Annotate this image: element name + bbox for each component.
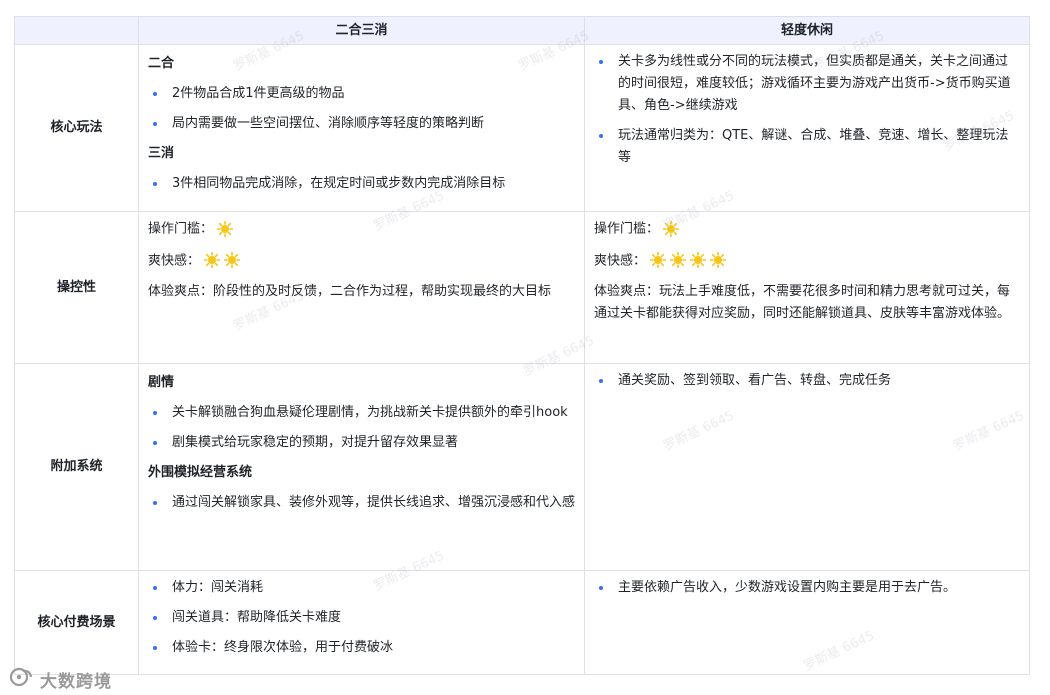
sun-icon bbox=[670, 252, 687, 268]
list-item: 2件物品合成1件更高级的物品 bbox=[148, 83, 575, 105]
threshold-label: 操作门槛： bbox=[148, 221, 214, 237]
list-item: 局内需要做一些空间摆位、消除顺序等轻度的策略判断 bbox=[148, 113, 575, 135]
section-heading: 二合 bbox=[148, 56, 175, 71]
list-item: 关卡解锁融合狗血悬疑伦理剧情，为挑战新关卡提供额外的牵引hook bbox=[148, 402, 575, 424]
cell-core-merge: 二合 2件物品合成1件更高级的物品 局内需要做一些空间摆位、消除顺序等轻度的策略… bbox=[138, 44, 585, 212]
rating-stars bbox=[204, 250, 244, 272]
header-row: 二合三消 轻度休闲 bbox=[14, 16, 1030, 45]
bullet-list: 3件相同物品完成消除，在规定时间或步数内完成消除目标 bbox=[148, 173, 575, 195]
section-heading: 三消 bbox=[148, 146, 175, 161]
bullet-list: 关卡多为线性或分不同的玩法模式，但实质都是通关，关卡之间通过的时间很短，难度较低… bbox=[594, 51, 1020, 169]
bullet-list: 体力：闯关消耗 闯关道具：帮助降低关卡难度 体验卡：终身限次体验，用于付费破冰 bbox=[148, 577, 575, 659]
list-item: 体验卡：终身限次体验，用于付费破冰 bbox=[148, 637, 575, 659]
row-label-core: 核心玩法 bbox=[14, 44, 139, 212]
header-cell-casual: 轻度休闲 bbox=[584, 16, 1030, 45]
cell-pay-merge: 体力：闯关消耗 闯关道具：帮助降低关卡难度 体验卡：终身限次体验，用于付费破冰 bbox=[138, 570, 585, 675]
cell-extra-casual: 通关奖励、签到领取、看广告、转盘、完成任务 bbox=[584, 363, 1030, 571]
threshold-line: 操作门槛： bbox=[594, 218, 1020, 241]
sun-icon bbox=[204, 252, 221, 268]
cell-pay-casual: 主要依赖广告收入，少数游戏设置内购主要是用于去广告。 bbox=[584, 570, 1030, 675]
list-item: 关卡多为线性或分不同的玩法模式，但实质都是通关，关卡之间通过的时间很短，难度较低… bbox=[594, 51, 1020, 117]
header-cell-merge: 二合三消 bbox=[138, 16, 585, 45]
section-heading: 剧情 bbox=[148, 375, 175, 390]
row-label-control: 操控性 bbox=[14, 211, 139, 364]
row-label-extra: 附加系统 bbox=[14, 363, 139, 571]
list-item: 玩法通常归类为：QTE、解谜、合成、堆叠、竞速、增长、整理玩法等 bbox=[594, 125, 1020, 169]
sun-icon bbox=[224, 252, 241, 268]
section-heading: 外围模拟经营系统 bbox=[148, 465, 253, 480]
cell-core-casual: 关卡多为线性或分不同的玩法模式，但实质都是通关，关卡之间通过的时间很短，难度较低… bbox=[584, 44, 1030, 212]
sun-icon bbox=[690, 252, 707, 268]
header-cell-empty bbox=[14, 16, 139, 45]
list-item: 主要依赖广告收入，少数游戏设置内购主要是用于去广告。 bbox=[594, 577, 1020, 599]
list-item: 通关奖励、签到领取、看广告、转盘、完成任务 bbox=[594, 370, 1020, 392]
threshold-label: 操作门槛： bbox=[594, 221, 660, 237]
bullet-list: 通关奖励、签到领取、看广告、转盘、完成任务 bbox=[594, 370, 1020, 392]
sun-icon bbox=[217, 220, 234, 237]
sun-icon bbox=[650, 252, 667, 268]
cell-control-casual: 操作门槛： 爽快感： 体验爽点：玩法上手难度低，不需要花很多时间和精力思考就可过… bbox=[584, 211, 1030, 364]
rating-stars bbox=[663, 218, 683, 240]
cell-control-merge: 操作门槛： 爽快感： 体验爽点：阶段性的及时反馈，二合作为过程，帮助实现最终的大… bbox=[138, 211, 585, 364]
list-item: 3件相同物品完成消除，在规定时间或步数内完成消除目标 bbox=[148, 173, 575, 195]
cell-extra-merge: 剧情 关卡解锁融合狗血悬疑伦理剧情，为挑战新关卡提供额外的牵引hook 剧集模式… bbox=[138, 363, 585, 571]
sun-icon bbox=[710, 252, 727, 268]
bullet-list: 关卡解锁融合狗血悬疑伦理剧情，为挑战新关卡提供额外的牵引hook 剧集模式给玩家… bbox=[148, 402, 575, 454]
list-item: 通过闯关解锁家具、装修外观等，提供长线追求、增强沉浸感和代入感 bbox=[148, 492, 575, 514]
document: 二合三消 轻度休闲 核心玩法 二合 2件物品合成1件更高级的物品 局内需要做一些… bbox=[0, 0, 1050, 695]
bullet-list: 主要依赖广告收入，少数游戏设置内购主要是用于去广告。 bbox=[594, 577, 1020, 599]
logo-text: 大数跨境 bbox=[40, 672, 112, 692]
brand-logo: 大数跨境 bbox=[8, 666, 112, 693]
table-row-core: 核心玩法 二合 2件物品合成1件更高级的物品 局内需要做一些空间摆位、消除顺序等… bbox=[14, 44, 1030, 212]
logo-icon bbox=[8, 666, 40, 693]
fun-line: 爽快感： bbox=[148, 250, 575, 273]
fun-line: 爽快感： bbox=[594, 250, 1020, 273]
experience-text: 体验爽点：阶段性的及时反馈，二合作为过程，帮助实现最终的大目标 bbox=[148, 284, 552, 299]
fun-label: 爽快感： bbox=[594, 253, 647, 268]
bullet-list: 通过闯关解锁家具、装修外观等，提供长线追求、增强沉浸感和代入感 bbox=[148, 492, 575, 514]
comparison-table: 二合三消 轻度休闲 核心玩法 二合 2件物品合成1件更高级的物品 局内需要做一些… bbox=[14, 16, 1030, 675]
bullet-list: 2件物品合成1件更高级的物品 局内需要做一些空间摆位、消除顺序等轻度的策略判断 bbox=[148, 83, 575, 135]
sun-icon bbox=[663, 220, 680, 237]
list-item: 体力：闯关消耗 bbox=[148, 577, 575, 599]
rating-stars bbox=[217, 218, 237, 240]
fun-label: 爽快感： bbox=[148, 253, 201, 268]
row-label-pay: 核心付费场景 bbox=[14, 570, 139, 675]
table-row-control: 操控性 操作门槛： 爽快感： 体验爽点：阶段性的及时反馈，二合作为过程，帮助实现… bbox=[14, 211, 1030, 364]
table-row-extra: 附加系统 剧情 关卡解锁融合狗血悬疑伦理剧情，为挑战新关卡提供额外的牵引hook… bbox=[14, 363, 1030, 571]
table-row-pay: 核心付费场景 体力：闯关消耗 闯关道具：帮助降低关卡难度 体验卡：终身限次体验，… bbox=[14, 570, 1030, 675]
list-item: 闯关道具：帮助降低关卡难度 bbox=[148, 607, 575, 629]
list-item: 剧集模式给玩家稳定的预期，对提升留存效果显著 bbox=[148, 432, 575, 454]
rating-stars bbox=[650, 250, 730, 272]
threshold-line: 操作门槛： bbox=[148, 218, 575, 241]
experience-text: 体验爽点：玩法上手难度低，不需要花很多时间和精力思考就可过关，每通过关卡都能获得… bbox=[594, 284, 1011, 321]
